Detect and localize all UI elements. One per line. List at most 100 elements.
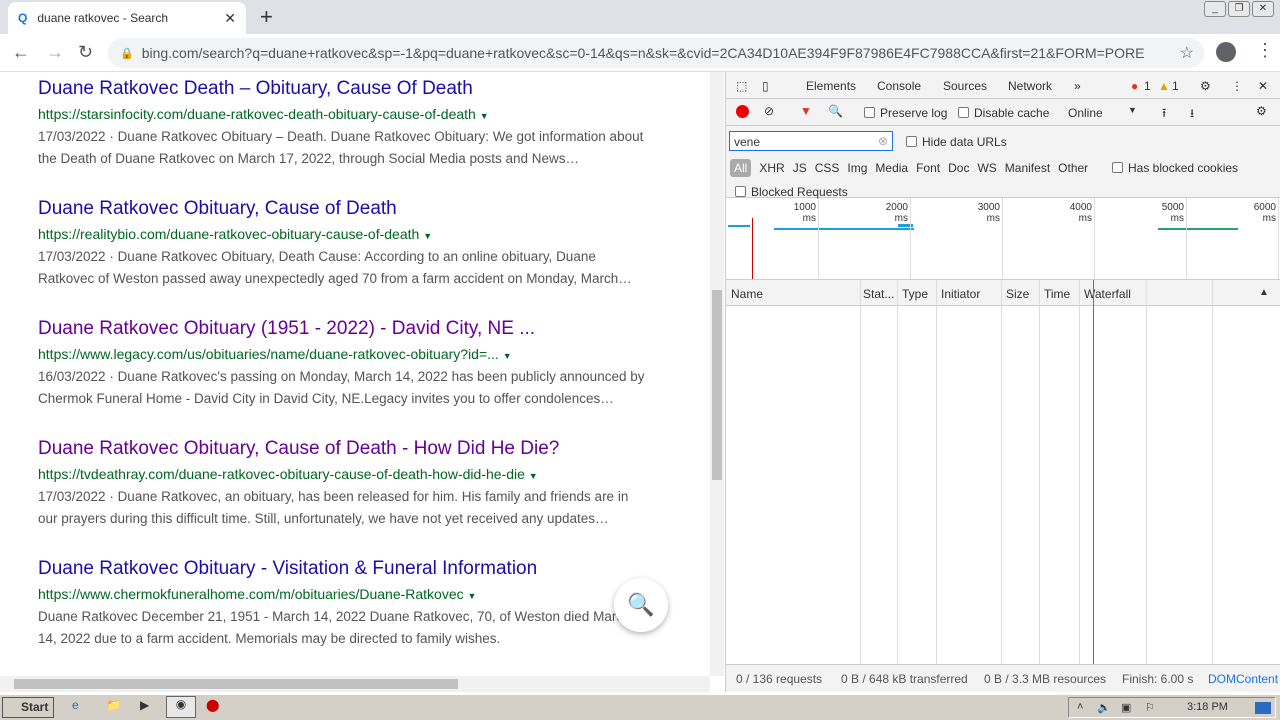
column-header-5[interactable]: Time [1044, 287, 1070, 301]
network-icon[interactable]: ▣ [1121, 701, 1131, 714]
record-icon[interactable] [736, 105, 749, 118]
result-snippet: 16/03/2022 · Duane Ratkovec's passing on… [38, 369, 645, 406]
type-filter-doc[interactable]: Doc [948, 161, 969, 175]
profile-avatar[interactable] [1216, 42, 1236, 62]
result-title-link[interactable]: Duane Ratkovec Obituary - Visitation & F… [38, 558, 678, 580]
page-horizontal-scrollbar[interactable] [0, 676, 710, 692]
grid-line [1094, 198, 1095, 279]
warning-icon[interactable]: ▲ [1158, 79, 1170, 93]
flag-icon[interactable]: ⚐ [1145, 701, 1155, 714]
result-title-link[interactable]: Duane Ratkovec Obituary, Cause of Death [38, 198, 678, 220]
import-har-icon[interactable]: ⭱ [1162, 104, 1166, 125]
new-tab-button[interactable]: + [260, 4, 273, 30]
browser-menu-icon[interactable]: ⋮ [1256, 40, 1274, 61]
hide-data-urls-checkbox[interactable]: Hide data URLs [906, 135, 1007, 149]
has-blocked-cookies-checkbox[interactable]: Has blocked cookies [1112, 161, 1238, 175]
antivirus-icon[interactable]: ⬤ [206, 698, 219, 712]
type-filter-media[interactable]: Media [875, 161, 908, 175]
tick-label: 5000 ms [1161, 202, 1184, 224]
type-filter-other[interactable]: Other [1058, 161, 1088, 175]
blocked-requests-checkbox[interactable]: Blocked Requests [735, 185, 848, 199]
column-header-3[interactable]: Initiator [941, 287, 980, 301]
tab-elements[interactable]: Elements [806, 79, 856, 93]
back-icon[interactable]: ← [12, 42, 30, 63]
column-header-4[interactable]: Size [1006, 287, 1029, 301]
media-player-icon[interactable]: ▶ [140, 698, 149, 712]
type-filter-xhr[interactable]: XHR [759, 161, 784, 175]
preserve-log-checkbox[interactable]: Preserve log [864, 106, 947, 120]
clear-icon[interactable]: ⊘ [764, 104, 774, 118]
bing-search-icon: Q [18, 11, 28, 25]
filter-icon[interactable]: ▼ [800, 104, 812, 118]
column-header-6[interactable]: Waterfall [1084, 287, 1131, 301]
minimize-button[interactable]: _ [1204, 1, 1226, 17]
export-har-icon[interactable]: ⭳ [1190, 104, 1194, 125]
tray-expand-icon[interactable]: ˄ [1077, 701, 1083, 713]
page-vertical-scrollbar[interactable] [710, 72, 724, 676]
tick-label: 4000 ms [1069, 202, 1092, 224]
forward-icon[interactable]: → [46, 42, 64, 63]
result-title-link[interactable]: Duane Ratkovec Obituary (1951 - 2022) - … [38, 318, 678, 340]
clear-filter-icon[interactable]: ⊗ [878, 134, 888, 148]
result-snippet: 17/03/2022 · Duane Ratkovec Obituary – D… [38, 129, 644, 166]
inspect-element-icon[interactable]: ⬚ [736, 79, 747, 93]
settings-icon[interactable]: ⚙ [1200, 79, 1211, 93]
type-filter-manifest[interactable]: Manifest [1005, 161, 1050, 175]
explorer-icon[interactable]: 📁 [106, 698, 121, 712]
sort-ascending-icon[interactable]: ▲ [1259, 287, 1269, 298]
throttle-dropdown-icon[interactable]: ▼ [1128, 105, 1137, 115]
tab-sources[interactable]: Sources [943, 79, 987, 93]
address-bar[interactable]: 🔒 bing.com/search?q=duane+ratkovec&sp=-1… [108, 38, 1204, 68]
result-url[interactable]: https://tvdeathray.com/duane-ratkovec-ob… [38, 466, 678, 482]
start-button[interactable]: Start [2, 697, 54, 718]
close-devtools-icon[interactable]: ✕ [1258, 79, 1268, 93]
result-url[interactable]: https://starsinfocity.com/duane-ratkovec… [38, 106, 678, 122]
type-filter-css[interactable]: CSS [815, 161, 840, 175]
volume-icon[interactable]: 🔈 [1097, 701, 1111, 714]
result-url[interactable]: https://realitybio.com/duane-ratkovec-ob… [38, 226, 678, 242]
search-result: Duane Ratkovec Death – Obituary, Cause O… [38, 78, 678, 170]
network-overview[interactable]: 1000 ms 2000 ms 3000 ms 4000 ms 5000 ms 6000 … [726, 198, 1280, 280]
more-tabs-icon[interactable]: » [1074, 79, 1081, 93]
column-header-1[interactable]: Stat... [863, 287, 894, 301]
bookmark-star-icon[interactable]: ☆ [1180, 43, 1194, 63]
search-result: Duane Ratkovec Obituary (1951 - 2022) - … [38, 318, 678, 410]
devtools-menu-icon[interactable]: ⋮ [1231, 79, 1243, 93]
show-desktop-icon[interactable] [1255, 702, 1271, 714]
warning-count[interactable]: 1 [1172, 79, 1179, 93]
type-filter-font[interactable]: Font [916, 161, 940, 175]
grid-line [818, 198, 819, 279]
search-fab-button[interactable]: 🔍 [614, 578, 668, 632]
ie-icon[interactable]: e [72, 698, 79, 712]
disable-cache-checkbox[interactable]: Disable cache [958, 106, 1049, 120]
browser-tab[interactable]: Q duane ratkovec - Search ✕ [8, 2, 246, 34]
close-tab-icon[interactable]: ✕ [224, 10, 236, 27]
chrome-taskbar-icon[interactable]: ◉ [166, 696, 196, 718]
tab-console[interactable]: Console [877, 79, 921, 93]
type-filter-js[interactable]: JS [793, 161, 807, 175]
error-count[interactable]: 1 [1144, 79, 1151, 93]
result-title-link[interactable]: Duane Ratkovec Death – Obituary, Cause O… [38, 78, 678, 100]
tab-title: duane ratkovec - Search [37, 11, 169, 25]
search-result: Duane Ratkovec Obituary, Cause of Death … [38, 438, 678, 530]
error-icon[interactable]: ● [1131, 79, 1138, 93]
result-url[interactable]: https://www.legacy.com/us/obituaries/nam… [38, 346, 678, 362]
column-header-0[interactable]: Name [731, 287, 763, 301]
search-results-page: Duane Ratkovec Death – Obituary, Cause O… [0, 72, 710, 676]
dom-loaded-marker [752, 218, 753, 279]
reload-icon[interactable]: ↻ [78, 42, 93, 63]
filter-input[interactable]: vene ⊗ [729, 131, 893, 151]
tab-network[interactable]: Network [1008, 79, 1053, 101]
network-settings-icon[interactable]: ⚙ [1256, 104, 1267, 118]
close-window-button[interactable]: ✕ [1252, 1, 1274, 17]
type-filter-ws[interactable]: WS [977, 161, 996, 175]
restore-button[interactable]: ❐ [1228, 1, 1250, 17]
result-title-link[interactable]: Duane Ratkovec Obituary, Cause of Death … [38, 438, 678, 460]
column-header-2[interactable]: Type [902, 287, 928, 301]
search-icon[interactable]: 🔍 [828, 104, 843, 118]
type-filter-all[interactable]: All [730, 159, 752, 177]
result-url[interactable]: https://www.chermokfuneralhome.com/m/obi… [38, 586, 678, 602]
throttle-select[interactable]: Online [1068, 106, 1103, 120]
device-toggle-icon[interactable]: ▯ [762, 79, 769, 93]
type-filter-img[interactable]: Img [847, 161, 867, 175]
